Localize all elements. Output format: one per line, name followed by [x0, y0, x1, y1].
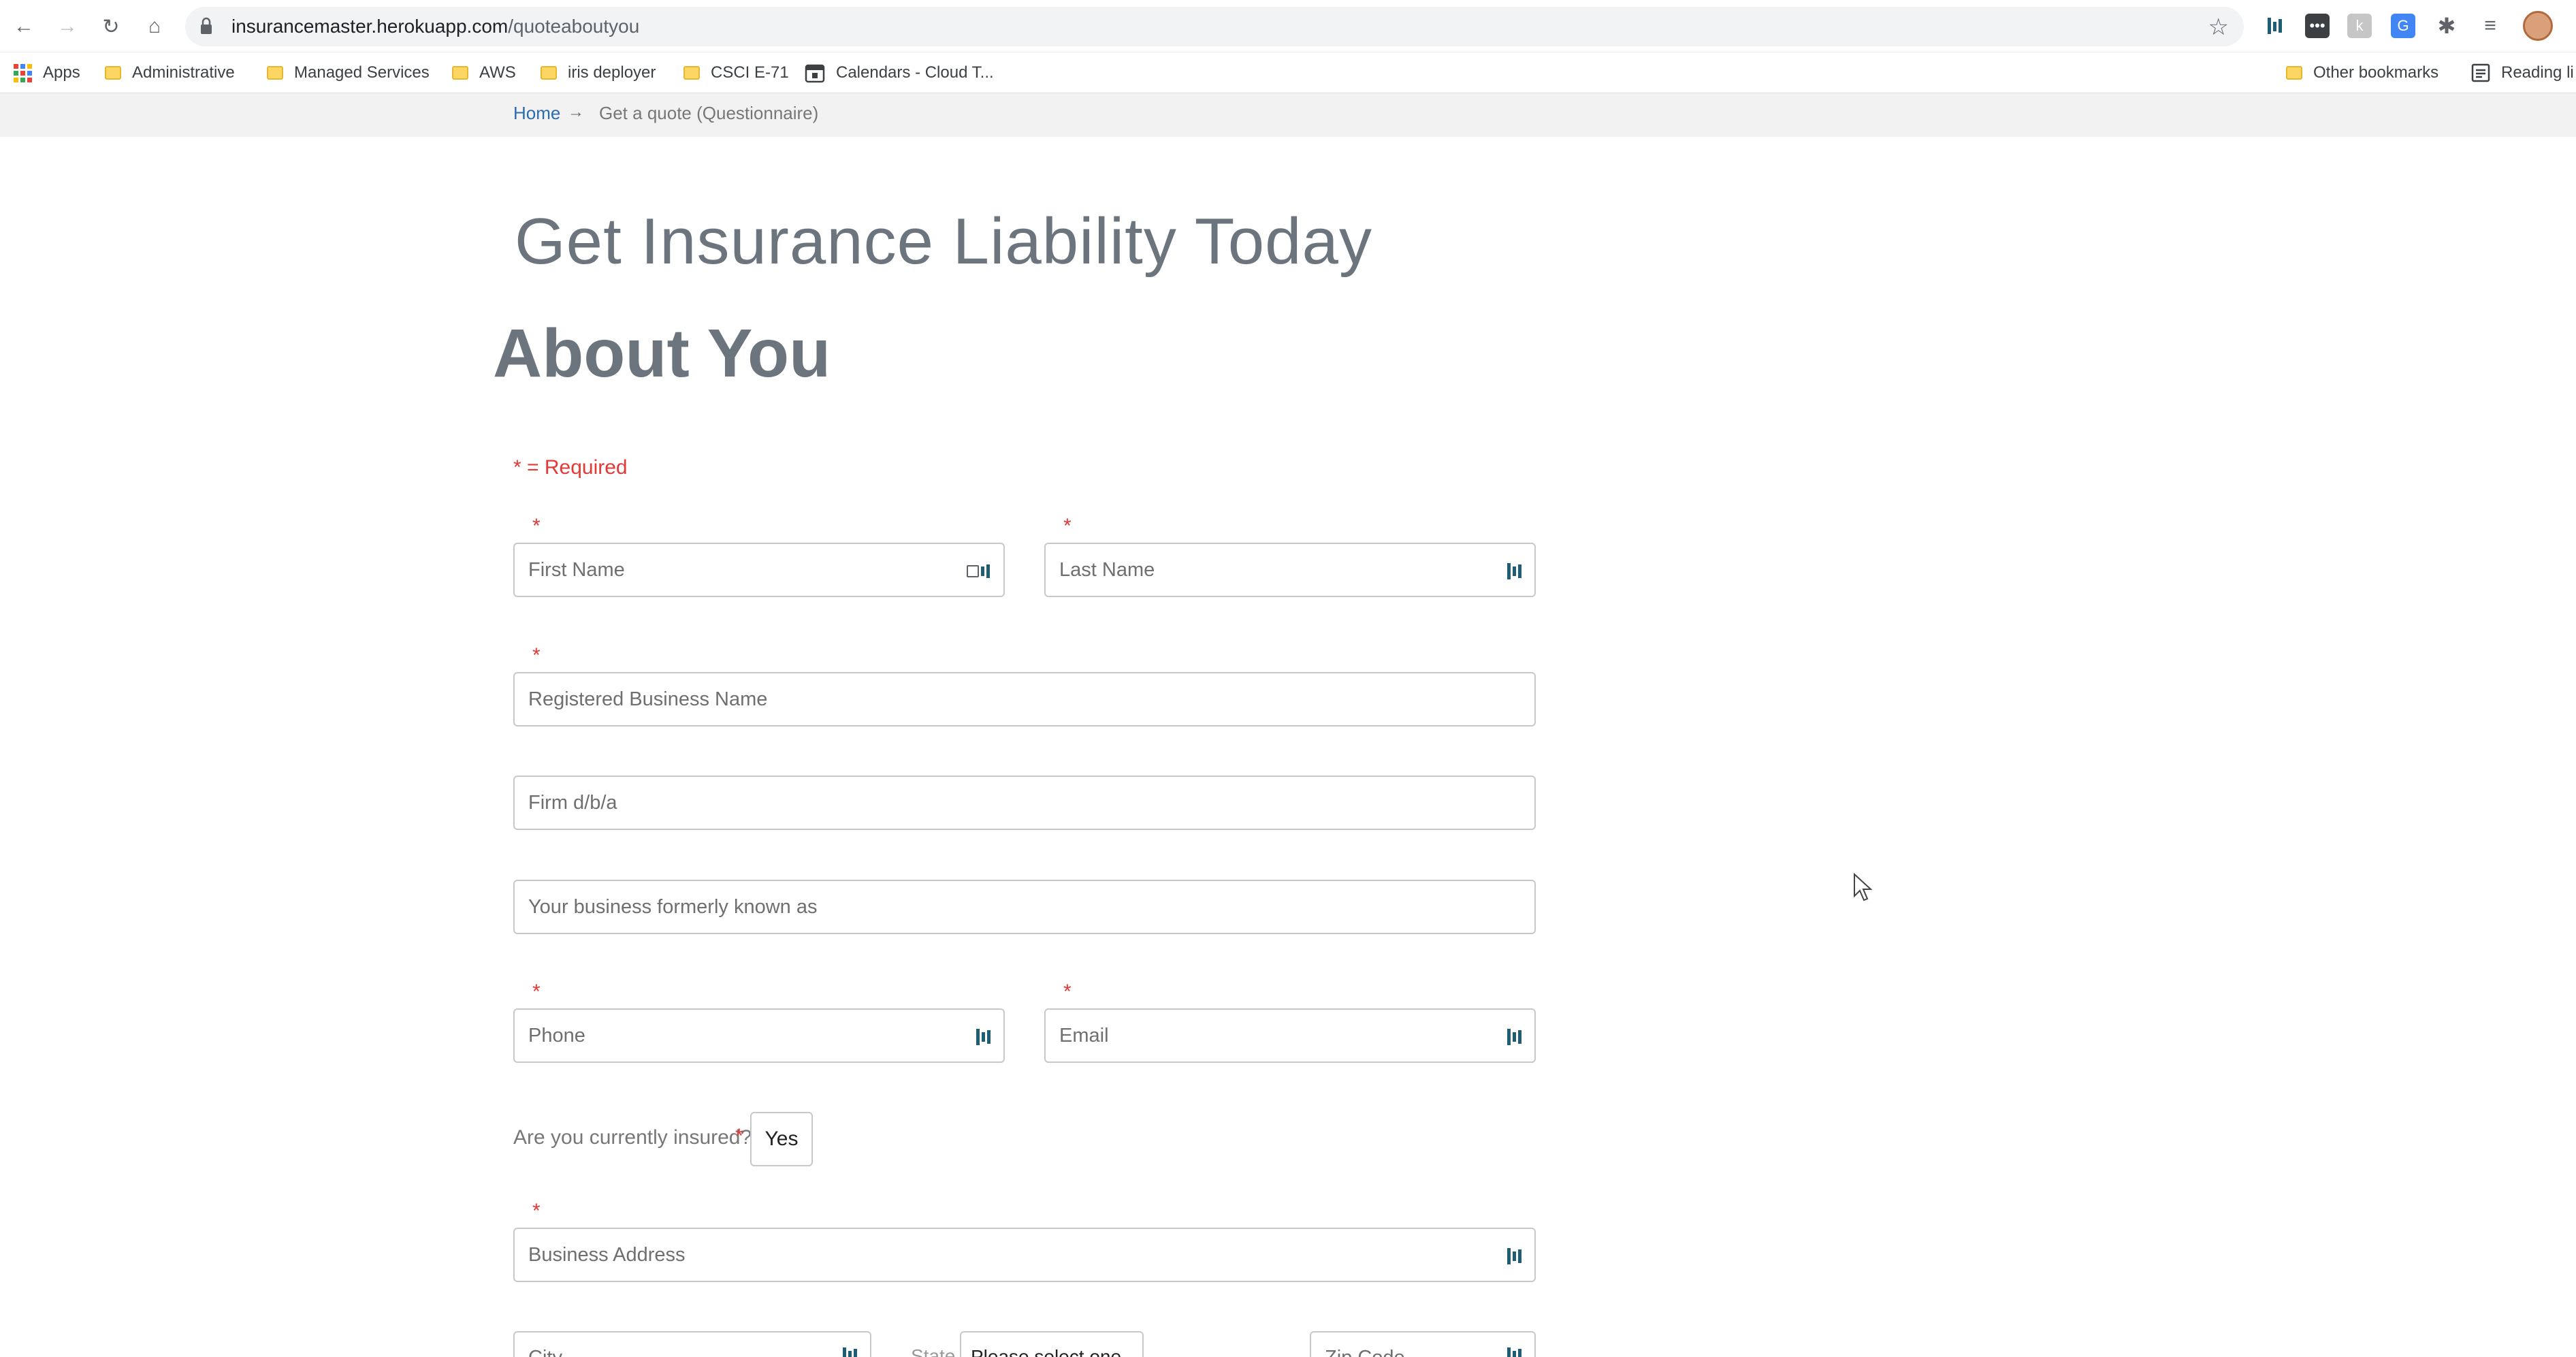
required-note: * = Required: [513, 456, 628, 479]
required-marker: *: [532, 980, 541, 1003]
bookmark-iris-deployer[interactable]: iris deployer: [541, 61, 656, 85]
autofill-icon: [1507, 562, 1525, 581]
email-field[interactable]: [1044, 1008, 1536, 1063]
page-title: Get Insurance Liability Today: [515, 205, 1372, 278]
bookmark-administrative[interactable]: Administrative: [105, 61, 235, 85]
bookmark-other[interactable]: Other bookmarks: [2286, 61, 2438, 85]
media-queue-icon[interactable]: ≡: [2478, 14, 2502, 38]
bookmark-apps[interactable]: Apps: [14, 61, 80, 85]
home-icon[interactable]: ⌂: [140, 12, 169, 41]
breadcrumb: Home → Get a quote (Questionnaire): [0, 93, 2576, 137]
business-address-input[interactable]: [515, 1229, 1534, 1281]
apps-grid-icon: [14, 63, 32, 82]
url-text: insurancemaster.herokuapp.com/quoteabout…: [231, 16, 640, 37]
phone-field[interactable]: [513, 1008, 1005, 1063]
autofill-icon: [1507, 1027, 1525, 1047]
autofill-icon: [1507, 1247, 1525, 1266]
required-marker: *: [532, 515, 541, 537]
formerly-known-as-field[interactable]: [513, 880, 1536, 934]
business-address-field[interactable]: [513, 1228, 1536, 1282]
bookmark-aws[interactable]: AWS: [452, 61, 516, 85]
required-marker: *: [532, 1200, 541, 1222]
city-input[interactable]: [515, 1332, 870, 1357]
extension-bars-icon[interactable]: [2263, 14, 2287, 38]
zip-code-field[interactable]: [1310, 1331, 1536, 1357]
insured-select[interactable]: Yes: [750, 1112, 813, 1166]
reading-list[interactable]: Reading li: [2471, 61, 2574, 85]
bookmark-managed-services[interactable]: Managed Services: [267, 61, 430, 85]
folder-icon: [683, 66, 700, 80]
extension-k-icon[interactable]: k: [2347, 14, 2372, 38]
reading-list-icon: [2471, 63, 2490, 82]
bookmark-star-icon[interactable]: ☆: [2208, 14, 2229, 41]
calendar-icon: [805, 64, 825, 83]
first-name-field[interactable]: [513, 543, 1005, 597]
city-field[interactable]: [513, 1331, 871, 1357]
folder-icon: [452, 66, 468, 80]
bookmark-csci-e71[interactable]: CSCI E-71: [683, 61, 789, 85]
contact-card-icon: [967, 562, 994, 581]
section-title: About You: [493, 315, 831, 392]
state-label: State: [911, 1345, 956, 1357]
folder-icon: [105, 66, 121, 80]
lock-icon: [201, 17, 212, 34]
state-select[interactable]: Please select one: [960, 1331, 1144, 1357]
bookmark-calendars[interactable]: Calendars - Cloud T...: [805, 61, 994, 85]
folder-icon: [267, 66, 283, 80]
first-name-input[interactable]: [515, 544, 1003, 596]
autofill-icon: [843, 1346, 860, 1357]
bookmarks-bar: Apps Administrative Managed Services AWS…: [0, 52, 2576, 93]
extension-password-icon[interactable]: •••: [2305, 14, 2330, 38]
forward-icon[interactable]: →: [53, 12, 82, 41]
zip-code-input[interactable]: [1311, 1332, 1534, 1357]
phone-input[interactable]: [515, 1010, 1003, 1061]
extension-translate-icon[interactable]: G: [2391, 14, 2415, 38]
breadcrumb-current: Get a quote (Questionnaire): [599, 103, 819, 123]
extensions-puzzle-icon[interactable]: ✱: [2434, 14, 2459, 38]
insured-question-label: Are you currently insured?: [513, 1126, 752, 1149]
autofill-icon: [976, 1027, 994, 1047]
folder-icon: [541, 66, 557, 80]
autofill-icon: [1507, 1346, 1525, 1357]
required-marker: *: [735, 1125, 743, 1147]
reload-icon[interactable]: ↻: [97, 12, 125, 41]
browser-toolbar: ← → ↻ ⌂ insurancemaster.herokuapp.com/qu…: [0, 0, 2576, 52]
folder-icon: [2286, 66, 2302, 80]
formerly-known-as-input[interactable]: [515, 881, 1534, 933]
required-marker: *: [1063, 980, 1072, 1003]
business-name-input[interactable]: [515, 673, 1534, 725]
dba-input[interactable]: [515, 777, 1534, 829]
email-input[interactable]: [1046, 1010, 1534, 1061]
business-name-field[interactable]: [513, 672, 1536, 727]
breadcrumb-separator: →: [568, 103, 584, 121]
address-bar[interactable]: insurancemaster.herokuapp.com/quoteabout…: [185, 7, 2244, 46]
required-marker: *: [1063, 515, 1072, 537]
mouse-cursor-icon: [1854, 873, 1873, 901]
required-marker: *: [532, 644, 541, 667]
profile-avatar[interactable]: [2523, 11, 2553, 41]
dba-field[interactable]: [513, 776, 1536, 830]
breadcrumb-home-link[interactable]: Home: [513, 103, 560, 124]
last-name-input[interactable]: [1046, 544, 1534, 596]
last-name-field[interactable]: [1044, 543, 1536, 597]
back-icon[interactable]: ←: [10, 12, 38, 41]
